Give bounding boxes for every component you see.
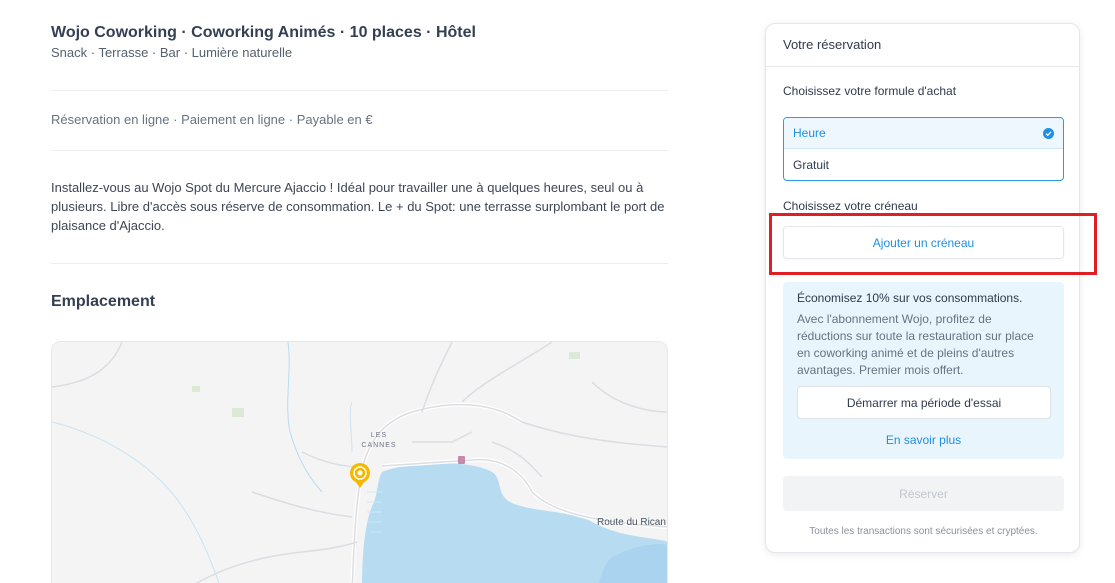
- divider: [51, 263, 668, 264]
- formula-label: Choisissez votre formule d'achat: [783, 84, 957, 98]
- check-icon: [1043, 127, 1054, 139]
- formula-options: Heure Gratuit: [783, 117, 1064, 181]
- option-label: Heure: [793, 126, 826, 140]
- option-label: Gratuit: [793, 157, 830, 172]
- listing-description: Installez-vous au Wojo Spot du Mercure A…: [51, 180, 665, 233]
- reservation-header: Votre réservation: [766, 24, 1079, 67]
- payment-info: Réservation en ligne · Paiement en ligne…: [51, 112, 373, 127]
- divider: [51, 150, 668, 151]
- amenities-list: Snack · Terrasse · Bar · Lumière naturel…: [51, 45, 293, 60]
- promo-title: Économisez 10% sur vos consommations.: [797, 291, 1023, 305]
- promo-text: Avec l'abonnement Wojo, profitez de rédu…: [797, 312, 1034, 377]
- listing-title: Wojo Coworking · Coworking Animés · 10 p…: [51, 24, 476, 41]
- divider: [51, 90, 668, 91]
- option-gratuit[interactable]: Gratuit: [784, 149, 1063, 180]
- location-map[interactable]: LES CANNES Route du Rican: [51, 341, 668, 583]
- map-road-label: Route du Rican: [597, 517, 666, 528]
- reservation-card: Votre réservation Choisissez votre formu…: [765, 23, 1080, 553]
- learn-more-link[interactable]: En savoir plus: [783, 433, 1064, 447]
- map-district-label-line1: LES: [371, 432, 387, 439]
- map-district-label-line2: CANNES: [361, 442, 396, 449]
- option-heure[interactable]: Heure: [784, 118, 1063, 149]
- reserve-button[interactable]: Réserver: [783, 476, 1064, 511]
- start-trial-button[interactable]: Démarrer ma période d'essai: [797, 386, 1051, 419]
- highlight-box: [769, 213, 1097, 275]
- slot-label: Choisissez votre créneau: [783, 199, 918, 213]
- secure-transactions-note: Toutes les transactions sont sécurisées …: [809, 526, 1038, 537]
- location-heading: Emplacement: [51, 293, 156, 310]
- subscription-promo: Économisez 10% sur vos consommations. Av…: [783, 282, 1064, 459]
